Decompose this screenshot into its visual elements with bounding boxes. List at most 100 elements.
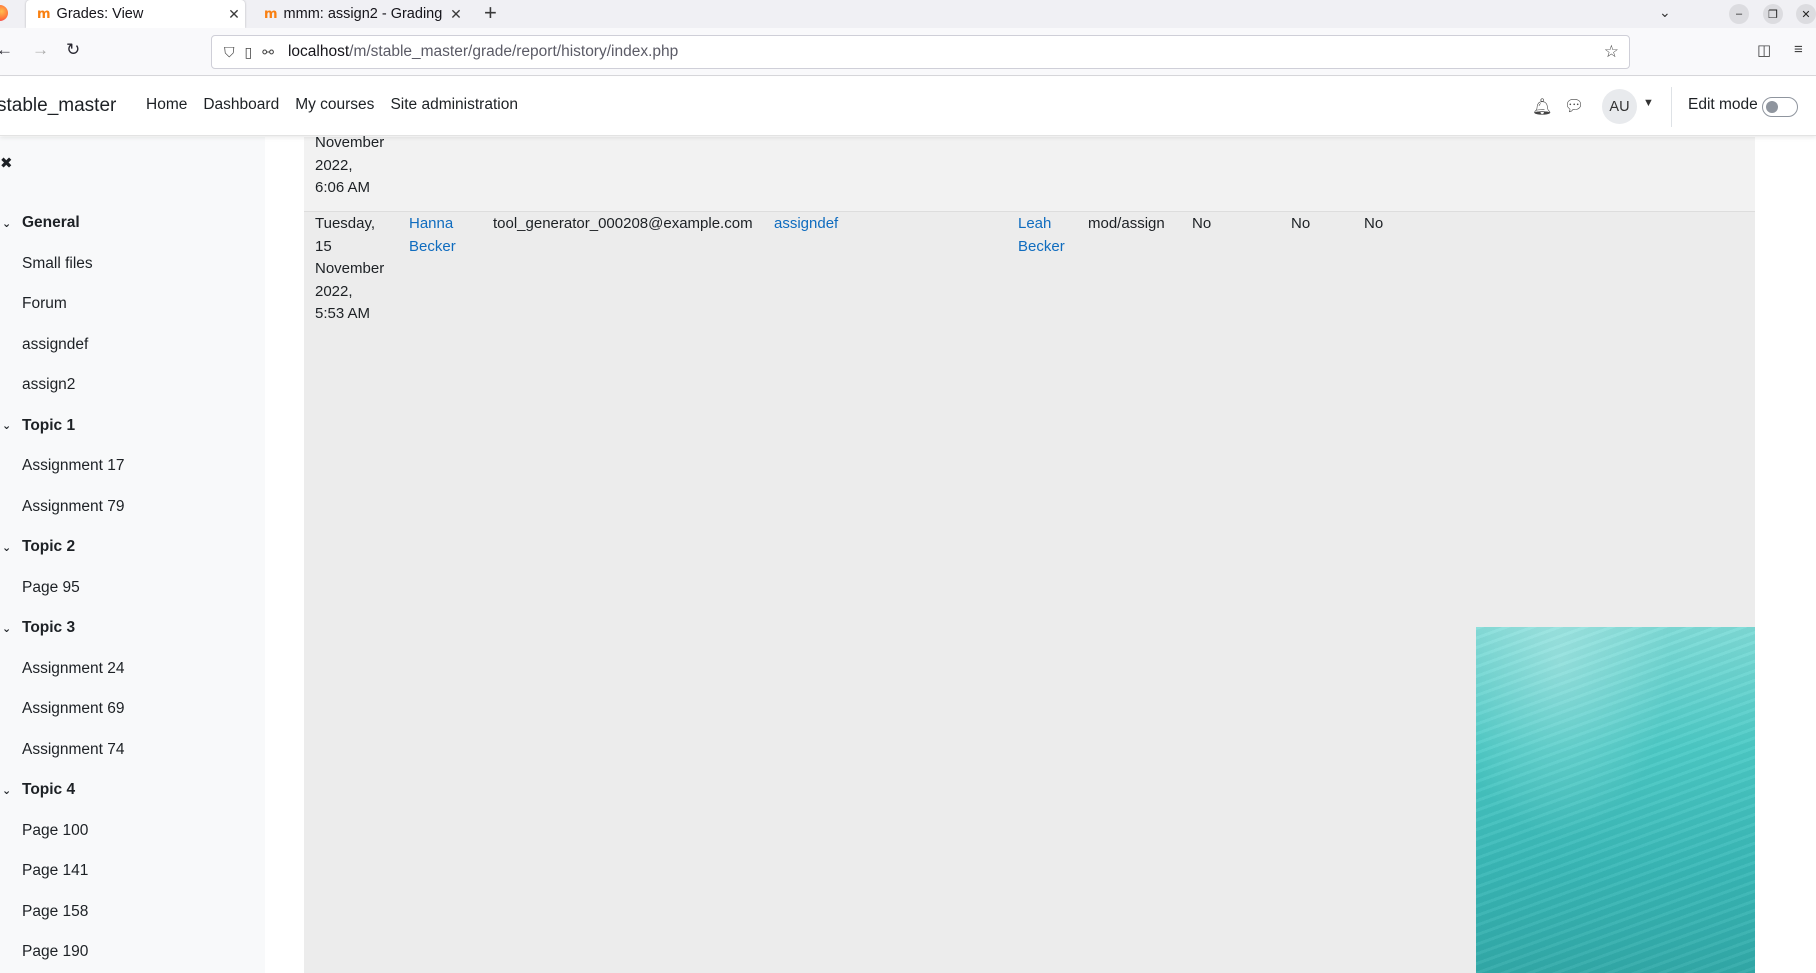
close-drawer-icon[interactable]: ✖ [0, 154, 13, 172]
grade-history-table: November 2022, 6:06 AM Tuesday, 15 Novem… [304, 134, 1755, 973]
date-line: 5:53 AM [315, 305, 371, 322]
course-index-label: Topic 1 [22, 416, 76, 434]
url-bar[interactable]: ⛉ ▯ ⚯ localhost/m/stable_master/grade/re… [211, 35, 1630, 69]
tab-title: Grades: View [56, 6, 144, 22]
date-line: 15 [315, 237, 332, 255]
overridden-cell: No [1192, 215, 1212, 232]
url-host: localhost [287, 43, 350, 60]
course-index-label: Page 141 [22, 862, 89, 880]
toggle-knob [1766, 101, 1778, 113]
url-text[interactable]: localhost/m/stable_master/grade/report/h… [288, 43, 678, 61]
close-tab-icon[interactable]: ✕ [223, 6, 245, 23]
course-index-list: ⌄ General Small files Forum assigndef assign2… [0, 203, 265, 973]
course-index-label: Small files [22, 254, 93, 272]
messages-chat-icon[interactable]: 💬︎ [1564, 96, 1584, 116]
email-cell: tool_generator_000208@example.com [493, 215, 753, 232]
tab-title: mmm: assign2 - Grading [283, 6, 443, 22]
permissions-icon[interactable]: ⚯ [262, 44, 274, 61]
date-line: 6:06 AM [315, 179, 371, 196]
browser-navigation-bar: ← → ↻ ⛉ ▯ ⚯ localhost/m/stable_master/gr… [0, 28, 1816, 76]
grader-link[interactable]: Leah Becker [1018, 213, 1065, 258]
date-line: Tuesday, [315, 215, 376, 232]
user-first-name: Hanna [409, 215, 454, 232]
course-index-label: Assignment 24 [22, 659, 125, 677]
course-index-section[interactable]: ⌄ Topic 3 [0, 608, 265, 649]
course-index-label: Forum [22, 295, 67, 313]
site-name[interactable]: stable_master [0, 95, 116, 117]
course-index-activity[interactable]: assign2 [0, 365, 265, 406]
course-index-activity[interactable]: Page 100 [0, 811, 265, 852]
shield-icon[interactable]: ⛉ [224, 44, 235, 61]
browser-tab-grades-view[interactable]: m Grades: View ✕ [26, 0, 245, 28]
user-link[interactable]: Hanna Becker [409, 213, 456, 258]
primary-navigation: Home Dashboard My courses Site administr… [146, 96, 518, 114]
course-index-label: Page 190 [22, 943, 89, 961]
date-line: 2022, [315, 282, 353, 300]
course-index-activity[interactable]: Page 141 [0, 851, 265, 892]
new-tab-plus-icon[interactable]: + [484, 2, 497, 24]
firefox-logo-icon [0, 5, 8, 21]
course-index-label: Topic 4 [22, 781, 76, 799]
browser-tab-strip: m Grades: View ✕ m mmm: assign2 - Gradin… [0, 0, 1816, 28]
grader-last-name: Becker [1018, 237, 1065, 255]
course-index-section[interactable]: ⌄ Topic 2 [0, 527, 265, 568]
user-last-name: Becker [409, 237, 456, 255]
browser-tab-assign2-grading[interactable]: m mmm: assign2 - Grading ✕ [253, 0, 467, 28]
course-index-label: Assignment 17 [22, 457, 125, 475]
course-index-label: Page 100 [22, 821, 89, 839]
edit-mode-toggle[interactable] [1762, 97, 1798, 117]
course-index-label: Assignment 74 [22, 740, 125, 758]
course-index-section[interactable]: ⌄ Topic 1 [0, 406, 265, 447]
bookmark-star-icon[interactable]: ☆ [1604, 42, 1619, 62]
course-index-activity[interactable]: Assignment 69 [0, 689, 265, 730]
back-arrow-icon[interactable]: ← [0, 40, 13, 60]
course-index-activity[interactable]: Assignment 79 [0, 487, 265, 528]
course-index-activity[interactable]: Page 190 [0, 932, 265, 973]
grader-first-name: Leah [1018, 215, 1052, 232]
close-window-icon[interactable]: ✕ [1796, 4, 1816, 24]
date-line: November [315, 260, 385, 277]
course-index-activity[interactable]: Page 95 [0, 568, 265, 609]
course-index-activity[interactable]: Assignment 17 [0, 446, 265, 487]
app-menu-icon[interactable]: ≡ [1794, 41, 1803, 58]
nav-home[interactable]: Home [146, 96, 187, 114]
course-index-label: Assignment 79 [22, 497, 125, 515]
nav-dashboard[interactable]: Dashboard [203, 96, 279, 114]
course-index-label: General [22, 214, 80, 232]
chevron-down-icon[interactable]: ⌄ [0, 784, 22, 797]
page-icon: ▯ [244, 43, 253, 60]
chevron-down-icon[interactable]: ⌄ [0, 419, 22, 432]
course-index-label: assign2 [22, 376, 76, 394]
course-index-activity[interactable]: Small files [0, 244, 265, 285]
notifications-bell-icon[interactable]: 🔔︎ [1532, 97, 1552, 117]
chevron-down-icon[interactable]: ⌄ [0, 541, 22, 554]
list-all-tabs-chevron-icon[interactable]: ⌄ [1659, 4, 1671, 21]
chevron-down-icon[interactable]: ⌄ [0, 217, 22, 230]
nav-my-courses[interactable]: My courses [295, 96, 374, 114]
course-index-label: Page 95 [22, 578, 80, 596]
user-avatar[interactable]: AU [1602, 89, 1637, 124]
forward-arrow-icon[interactable]: → [32, 40, 49, 60]
restore-window-icon[interactable]: ❐ [1763, 4, 1783, 24]
nav-site-administration[interactable]: Site administration [390, 96, 518, 114]
course-index-label: assigndef [22, 335, 89, 353]
course-index-section[interactable]: ⌄ Topic 4 [0, 770, 265, 811]
header-divider [1671, 87, 1672, 127]
course-index-activity[interactable]: Assignment 74 [0, 730, 265, 771]
moodle-favicon-icon: m [37, 6, 51, 22]
course-index-drawer: ✖ ⌄ General Small files Forum assigndef assig… [0, 137, 265, 973]
user-menu-chevron-down-icon[interactable]: ▼ [1643, 97, 1654, 109]
minimize-window-icon[interactable]: – [1729, 4, 1749, 24]
course-index-activity[interactable]: assigndef [0, 325, 265, 366]
course-index-activity[interactable]: Forum [0, 284, 265, 325]
chevron-down-icon[interactable]: ⌄ [0, 622, 22, 635]
course-index-activity[interactable]: Assignment 24 [0, 649, 265, 690]
source-cell: mod/assign [1088, 215, 1165, 232]
course-index-activity[interactable]: Page 158 [0, 892, 265, 933]
course-index-section[interactable]: ⌄ General [0, 203, 265, 244]
close-tab-icon[interactable]: ✕ [445, 6, 467, 23]
grade-item-link[interactable]: assigndef [774, 213, 838, 236]
pocket-icon[interactable]: ◫ [1757, 41, 1771, 59]
site-header: stable_master Home Dashboard My courses … [0, 77, 1816, 136]
reload-icon[interactable]: ↻ [66, 40, 80, 60]
